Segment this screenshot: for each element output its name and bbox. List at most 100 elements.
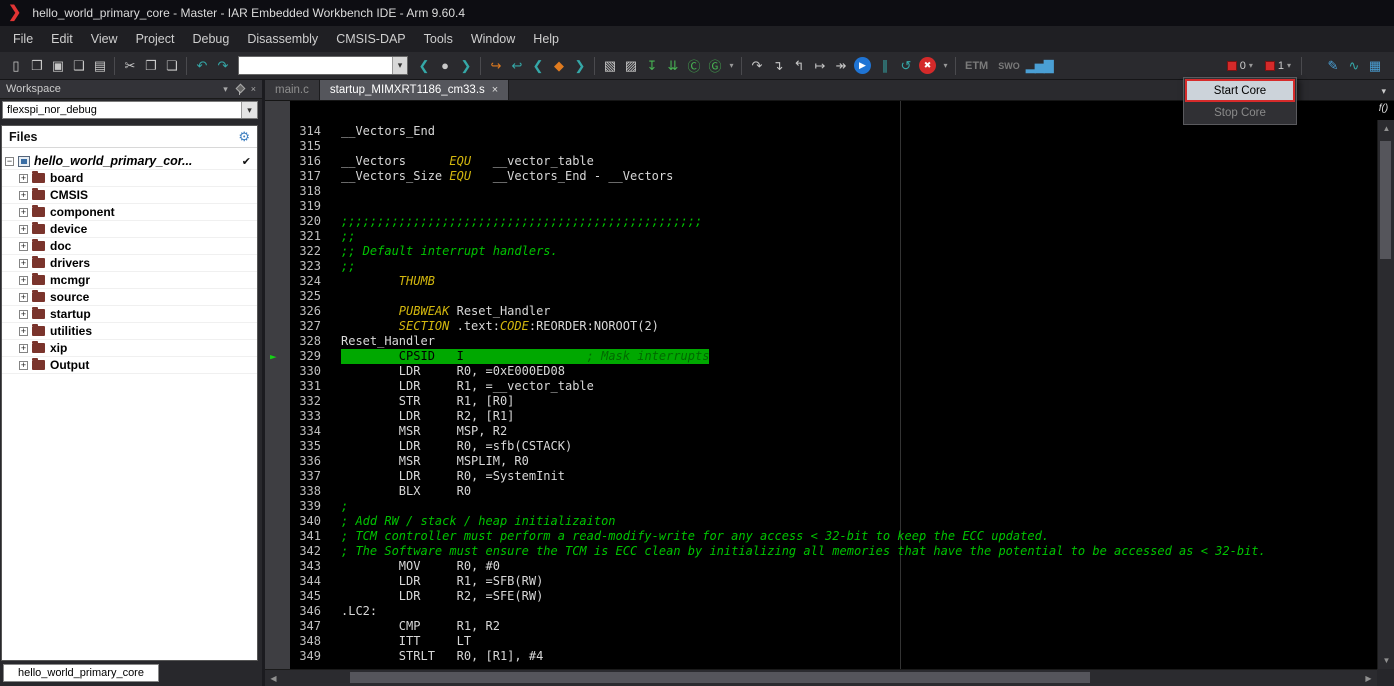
code-line[interactable]: 348 ITT LT — [265, 634, 1377, 649]
code-line[interactable]: 319 — [265, 199, 1377, 214]
breakpoint-margin[interactable] — [265, 214, 290, 229]
tree-item-device[interactable]: +device — [2, 221, 257, 238]
save-icon[interactable]: ▣ — [48, 56, 67, 76]
stop-debug-button[interactable]: ✖ — [919, 57, 936, 74]
code-text[interactable]: MSR MSP, R2 — [341, 424, 507, 439]
code-line[interactable]: 342; The Software must ensure the TCM is… — [265, 544, 1377, 559]
code-text[interactable]: __Vectors_Size EQU __Vectors_End - __Vec… — [341, 169, 673, 184]
breakpoint-margin[interactable] — [265, 574, 290, 589]
toggle-bookmark-icon[interactable]: ◆ — [549, 56, 568, 76]
code-text[interactable]: ;;;;;;;;;;;;;;;;;;;;;;;;;;;;;;;;;;;;;;;;… — [341, 214, 702, 229]
menu-tools[interactable]: Tools — [415, 28, 462, 50]
tab-startup-mimxrt1186-cm33-s[interactable]: startup_MIMXRT1186_cm33.s× — [320, 80, 509, 100]
breakpoint-margin[interactable] — [265, 544, 290, 559]
breakpoint-margin[interactable] — [265, 364, 290, 379]
menu-view[interactable]: View — [82, 28, 127, 50]
code-text[interactable]: ;; Default interrupt handlers. — [341, 244, 558, 259]
find-previous-icon[interactable]: ❮ — [414, 56, 433, 76]
horizontal-scrollbar[interactable]: ◀ ▶ — [265, 669, 1377, 686]
breakpoint-margin[interactable] — [265, 199, 290, 214]
code-text[interactable]: LDR R0, =SystemInit — [341, 469, 565, 484]
breakpoint-margin[interactable] — [265, 619, 290, 634]
signal-wave-icon[interactable]: ∿ — [1344, 56, 1363, 76]
undo-icon[interactable]: ↶ — [192, 56, 211, 76]
trace-bars-icon[interactable]: ▂▅▇ — [1026, 56, 1053, 76]
menu-cmsis-dap[interactable]: CMSIS-DAP — [327, 28, 414, 50]
code-line[interactable]: 317__Vectors_Size EQU __Vectors_End - __… — [265, 169, 1377, 184]
breakpoint-margin[interactable] — [265, 139, 290, 154]
code-line[interactable]: 345 LDR R2, =SFE(RW) — [265, 589, 1377, 604]
code-line[interactable]: 336 MSR MSPLIM, R0 — [265, 454, 1377, 469]
code-line[interactable]: 344 LDR R1, =SFB(RW) — [265, 574, 1377, 589]
expand-icon[interactable]: + — [19, 327, 28, 336]
goto-bookmark-icon[interactable]: ↪ — [486, 56, 505, 76]
step-into-icon[interactable]: ↴ — [768, 56, 787, 76]
code-text[interactable]: LDR R1, =SFB(RW) — [341, 574, 543, 589]
code-line[interactable]: 349 STRLT R0, [R1], #4 — [265, 649, 1377, 664]
expand-icon[interactable]: + — [19, 361, 28, 370]
code-text[interactable]: STR R1, [R0] — [341, 394, 514, 409]
chevron-down-icon[interactable]: ▾ — [726, 56, 736, 76]
chevron-down-icon[interactable]: ▾ — [1249, 61, 1253, 70]
step-out-icon[interactable]: ↰ — [789, 56, 808, 76]
code-line[interactable]: 316__Vectors EQU __vector_table — [265, 154, 1377, 169]
code-text[interactable]: LDR R0, =sfb(CSTACK) — [341, 439, 572, 454]
code-text[interactable]: ITT LT — [341, 634, 471, 649]
code-line[interactable]: 334 MSR MSP, R2 — [265, 424, 1377, 439]
break-icon[interactable]: ∥ — [875, 56, 894, 76]
expand-icon[interactable]: + — [19, 344, 28, 353]
step-over-icon[interactable]: ↷ — [747, 56, 766, 76]
tree-item-hello-world-primary-cor[interactable]: −hello_world_primary_cor...✔ — [2, 153, 257, 170]
redo-icon[interactable]: ↷ — [213, 56, 232, 76]
code-line[interactable]: 341; TCM controller must perform a read-… — [265, 529, 1377, 544]
code-text[interactable]: LDR R2, =SFE(RW) — [341, 589, 543, 604]
tree-item-component[interactable]: +component — [2, 204, 257, 221]
code-text[interactable]: ; — [341, 499, 348, 514]
breakpoint-margin[interactable] — [265, 634, 290, 649]
compile-icon[interactable]: ▧ — [600, 56, 619, 76]
code-line[interactable]: 343 MOV R0, #0 — [265, 559, 1377, 574]
tree-item-mcmgr[interactable]: +mcmgr — [2, 272, 257, 289]
code-text[interactable]: ;; — [341, 229, 355, 244]
core-1-selector[interactable]: 1▾ — [1260, 60, 1296, 72]
breakpoint-margin[interactable] — [265, 409, 290, 424]
paste-icon[interactable]: ❏ — [162, 56, 181, 76]
breakpoint-margin[interactable] — [265, 394, 290, 409]
code-line[interactable]: 327 SECTION .text:CODE:REORDER:NOROOT(2) — [265, 319, 1377, 334]
code-line[interactable]: 339; — [265, 499, 1377, 514]
code-text[interactable]: STRLT R0, [R1], #4 — [341, 649, 543, 664]
breakpoint-margin[interactable] — [265, 499, 290, 514]
gear-icon[interactable]: ⚙ — [238, 129, 250, 145]
next-bookmark-icon[interactable]: ❯ — [570, 56, 589, 76]
next-statement-icon[interactable]: ↦ — [810, 56, 829, 76]
close-icon[interactable]: × — [492, 84, 498, 96]
tab-main-c[interactable]: main.c — [265, 80, 320, 100]
close-icon[interactable]: × — [251, 84, 256, 94]
code-line[interactable]: 314__Vectors_End — [265, 124, 1377, 139]
breakpoint-margin[interactable] — [265, 334, 290, 349]
code-line[interactable]: 330 LDR R0, =0xE000ED08 — [265, 364, 1377, 379]
tree-item-output[interactable]: +Output — [2, 357, 257, 374]
code-text[interactable]: ; The Software must ensure the TCM is EC… — [341, 544, 1266, 559]
breakpoint-margin[interactable] — [265, 649, 290, 664]
breakpoint-margin[interactable] — [265, 424, 290, 439]
breakpoint-margin[interactable] — [265, 244, 290, 259]
tree-item-startup[interactable]: +startup — [2, 306, 257, 323]
collapse-icon[interactable]: − — [5, 157, 14, 166]
etm-button[interactable]: ETM — [961, 60, 992, 72]
code-line[interactable]: 324 THUMB — [265, 274, 1377, 289]
download-active-icon[interactable]: ⇊ — [663, 56, 682, 76]
jump-back-icon[interactable]: ↩ — [507, 56, 526, 76]
find-input[interactable] — [239, 57, 392, 74]
menu-edit[interactable]: Edit — [42, 28, 82, 50]
code-line[interactable]: 326 PUBWEAK Reset_Handler — [265, 304, 1377, 319]
previous-bookmark-icon[interactable]: ❮ — [528, 56, 547, 76]
breakpoint-margin[interactable] — [265, 124, 290, 139]
tree-item-xip[interactable]: +xip — [2, 340, 257, 357]
menu-item-start-core[interactable]: Start Core — [1185, 79, 1295, 102]
scroll-right-icon[interactable]: ▶ — [1360, 670, 1377, 686]
code-text[interactable]: ; Add RW / stack / heap initializaiton — [341, 514, 616, 529]
vertical-scroll-thumb[interactable] — [1380, 141, 1391, 259]
breakpoint-margin[interactable] — [265, 559, 290, 574]
code-line[interactable]: 322;; Default interrupt handlers. — [265, 244, 1377, 259]
